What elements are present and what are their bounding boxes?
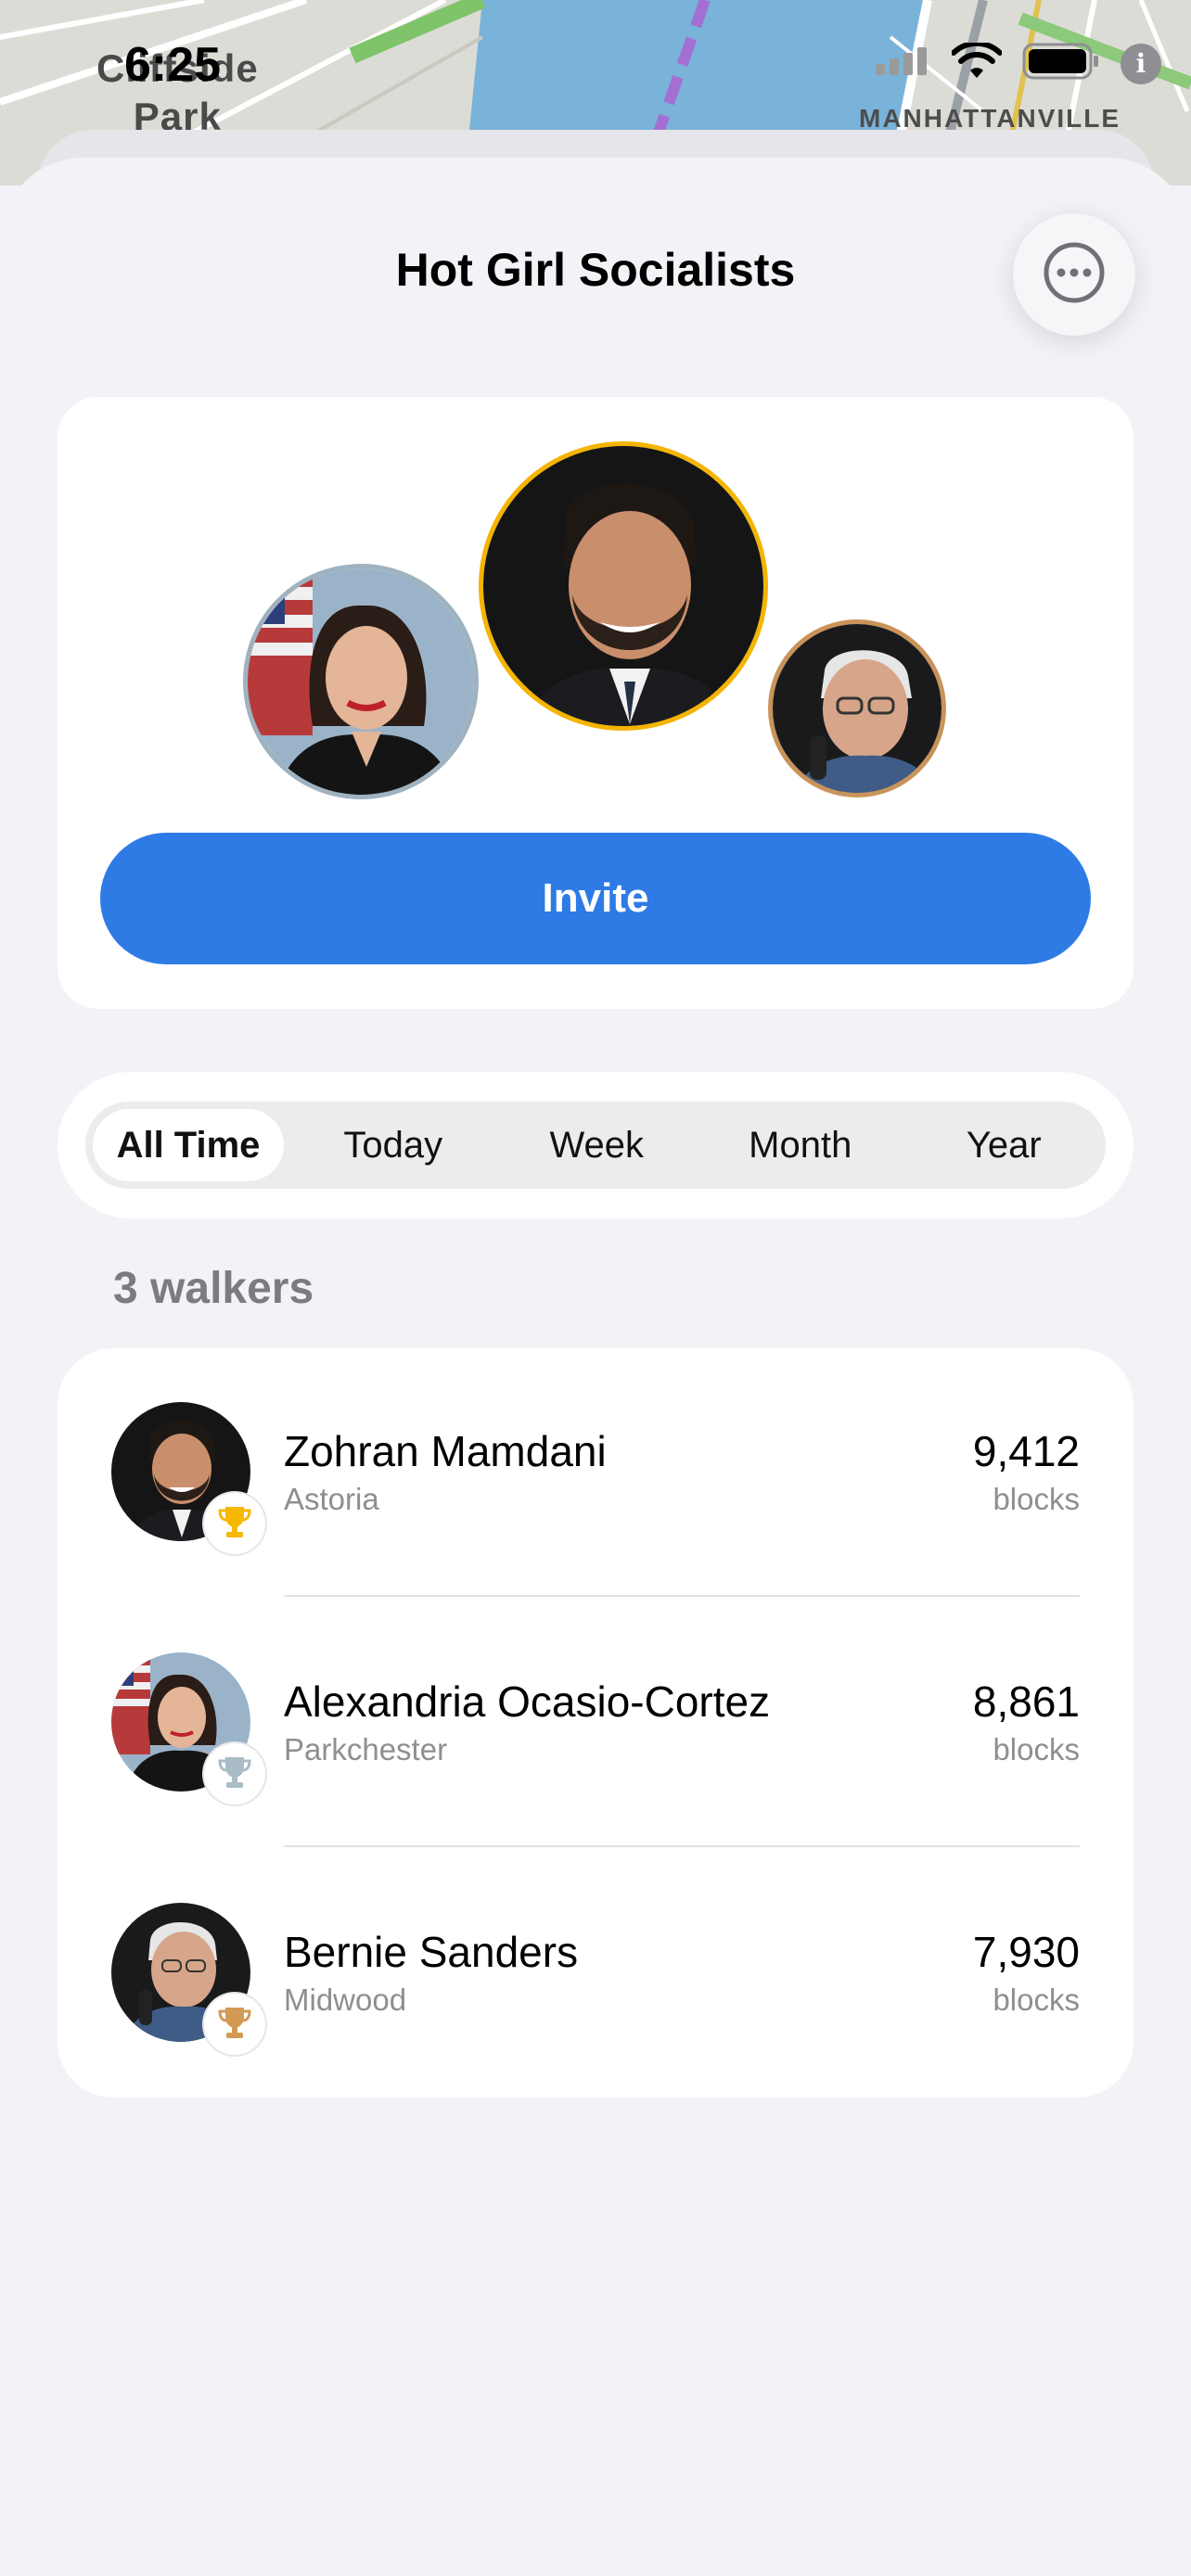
wifi-icon: [951, 40, 1003, 84]
trophy-silver-badge: [204, 1743, 265, 1804]
walker-name: Alexandria Ocasio-Cortez: [284, 1677, 771, 1726]
invite-button[interactable]: Invite: [100, 833, 1091, 964]
trophy-icon: [216, 1503, 253, 1545]
walker-neighborhood: Midwood: [284, 1983, 407, 2017]
avatar-second-place[interactable]: [243, 564, 479, 799]
ellipsis-circle-icon: [1042, 240, 1107, 310]
tab-today[interactable]: Today: [291, 1102, 495, 1189]
walker-blocks-unit: blocks: [992, 1482, 1080, 1516]
walker-blocks-unit: blocks: [992, 1983, 1080, 2017]
more-button[interactable]: [1013, 213, 1135, 336]
info-icon[interactable]: i: [1121, 43, 1161, 84]
leaderboard-row[interactable]: Bernie Sanders Midwood 7,930 blocks: [58, 1849, 1133, 2099]
status-icons: i: [876, 40, 1161, 84]
signal-icon: [876, 47, 931, 80]
walker-neighborhood: Astoria: [284, 1482, 379, 1516]
tab-week[interactable]: Week: [495, 1102, 699, 1189]
walker-neighborhood: Parkchester: [284, 1732, 448, 1766]
tab-all-time[interactable]: All Time: [93, 1109, 284, 1181]
walkers-count: 3 walkers: [113, 1264, 314, 1313]
trophy-icon: [216, 2004, 253, 2046]
trophy-icon: [216, 1753, 253, 1795]
row-divider: [284, 1845, 1080, 1847]
walker-blocks-value: 9,412: [972, 1427, 1080, 1475]
row-divider: [284, 1595, 1080, 1597]
tab-month[interactable]: Month: [698, 1102, 903, 1189]
walker-name: Zohran Mamdani: [284, 1427, 607, 1475]
battery-icon: [1022, 43, 1100, 84]
trophy-bronze-badge: [204, 1994, 265, 2055]
tab-year[interactable]: Year: [903, 1102, 1107, 1189]
walker-blocks-value: 8,861: [972, 1677, 1080, 1726]
avatar-first-place[interactable]: [479, 441, 768, 731]
status-time: 6:25: [124, 38, 222, 92]
trophy-gold-badge: [204, 1493, 265, 1554]
walker-blocks-value: 7,930: [972, 1928, 1080, 1976]
walker-blocks-unit: blocks: [992, 1732, 1080, 1766]
avatar-third-place[interactable]: [768, 619, 946, 797]
leaderboard-row[interactable]: Zohran Mamdani Astoria 9,412 blocks: [58, 1348, 1133, 1599]
range-segmented-control: All Time Today Week Month Year: [85, 1102, 1106, 1189]
walker-name: Bernie Sanders: [284, 1928, 579, 1976]
leaderboard-row[interactable]: Alexandria Ocasio-Cortez Parkchester 8,8…: [58, 1599, 1133, 1849]
